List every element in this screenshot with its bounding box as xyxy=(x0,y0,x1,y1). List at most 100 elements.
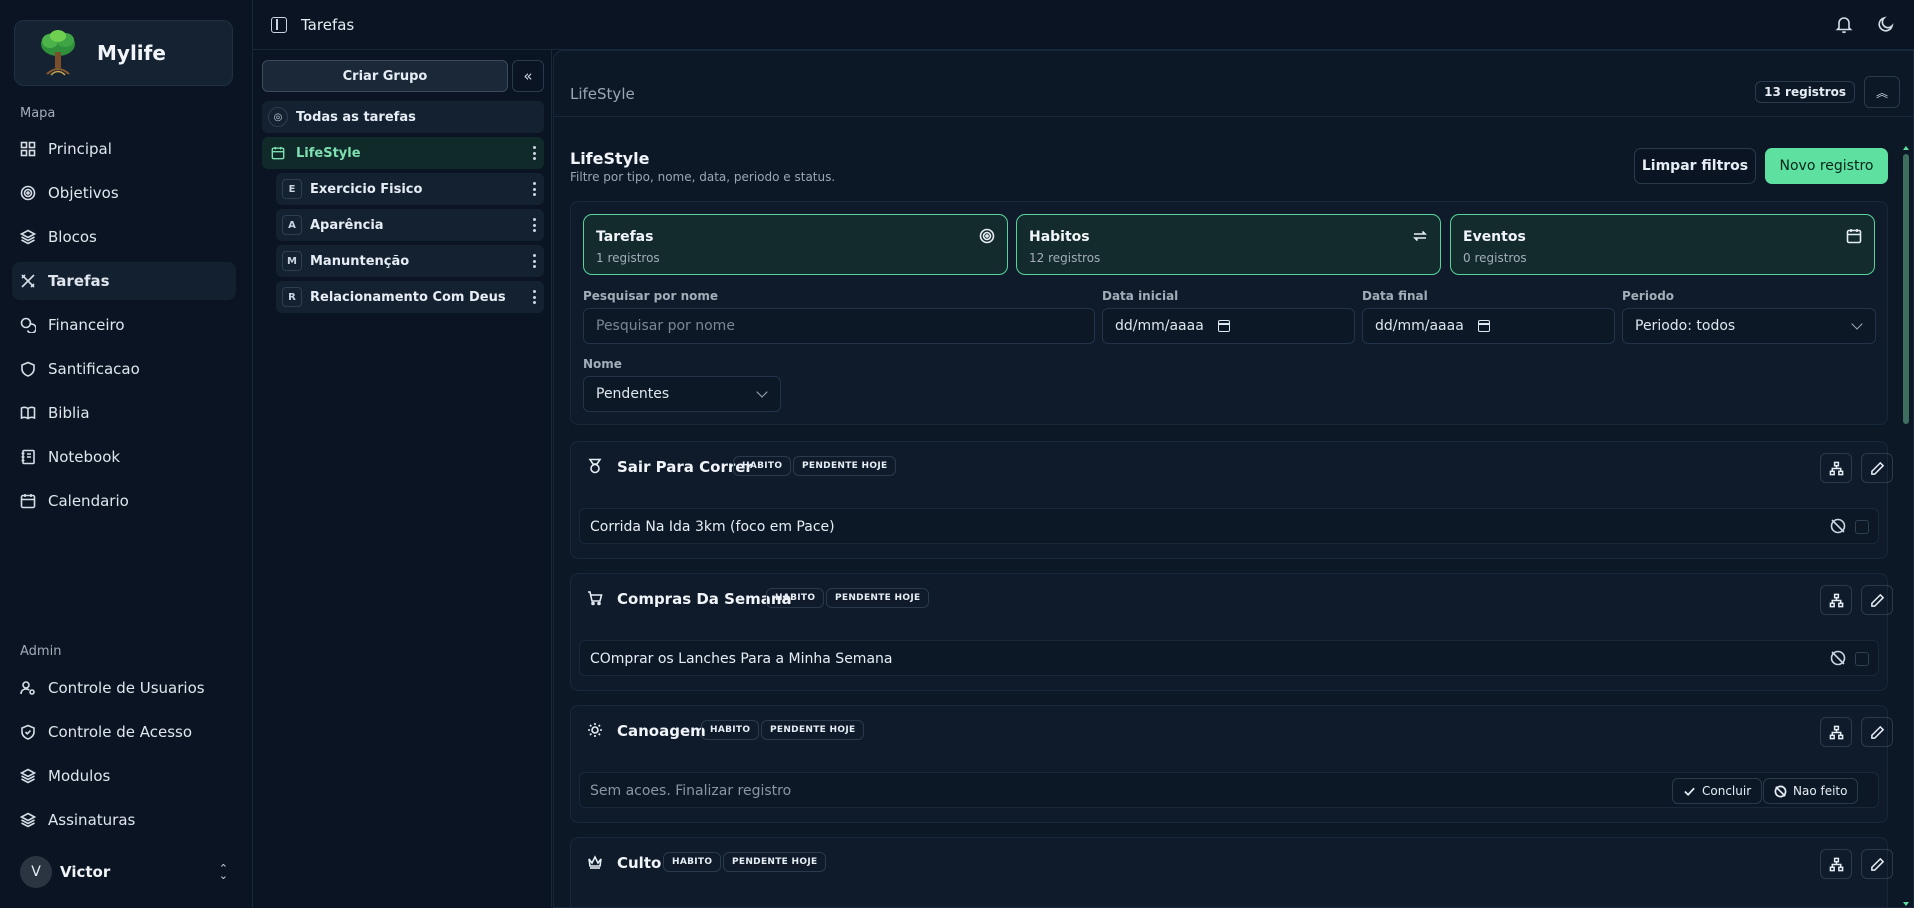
name-filter-value: Pendentes xyxy=(596,386,670,402)
sidebar-item-label: Modulos xyxy=(48,767,111,785)
tasks-icon xyxy=(20,273,36,289)
start-date-input[interactable]: dd/mm/aaaa xyxy=(1102,308,1355,344)
collapse-header-button[interactable]: ︽ xyxy=(1864,76,1900,108)
task-name[interactable]: Canoagem xyxy=(617,722,706,740)
more-vertical-icon[interactable] xyxy=(533,218,536,232)
group-all-tasks[interactable]: ◎ Todas as tarefas xyxy=(262,101,544,133)
sidebar-item-label: Biblia xyxy=(48,404,90,422)
coins-icon xyxy=(20,317,36,333)
new-record-button[interactable]: Novo registro xyxy=(1765,148,1888,184)
scroll-thumb[interactable] xyxy=(1903,154,1909,424)
task-status-badge: PENDENTE HOJE xyxy=(761,720,865,740)
medal-icon xyxy=(587,458,603,474)
moon-icon[interactable] xyxy=(1876,14,1896,34)
group-label: Exercicio Fisico xyxy=(310,181,423,197)
collapse-panel-button[interactable]: « xyxy=(512,60,544,92)
conclude-button[interactable]: Concluir xyxy=(1672,778,1763,804)
edit-button[interactable] xyxy=(1861,717,1893,747)
scroll-down-arrow-icon[interactable] xyxy=(1903,902,1909,906)
main-scrollbar[interactable] xyxy=(1903,146,1909,906)
type-card-eventos[interactable]: Eventos 0 registros xyxy=(1450,214,1875,275)
type-card-habitos[interactable]: Habitos 12 registros xyxy=(1016,214,1441,275)
sitemap-button[interactable] xyxy=(1820,849,1852,879)
more-vertical-icon[interactable] xyxy=(533,254,536,268)
skip-icon[interactable] xyxy=(1830,518,1846,534)
start-date-value: dd/mm/aaaa xyxy=(1115,318,1204,334)
sidebar-item-principal[interactable]: Principal xyxy=(12,130,236,168)
clear-filters-button[interactable]: Limpar filtros xyxy=(1634,148,1756,184)
sidebar-item-objetivos[interactable]: Objetivos xyxy=(12,174,236,212)
sidebar-item-tarefas[interactable]: Tarefas xyxy=(12,262,236,300)
more-vertical-icon[interactable] xyxy=(533,146,536,160)
card-subtitle: 12 registros xyxy=(1029,251,1101,265)
brand-name: Mylife xyxy=(97,41,166,65)
sidebar-item-notebook[interactable]: Notebook xyxy=(12,438,236,476)
edit-button[interactable] xyxy=(1861,585,1893,615)
bell-icon[interactable] xyxy=(1834,14,1854,34)
name-filter-select[interactable]: Pendentes xyxy=(583,376,781,412)
create-group-button[interactable]: Criar Grupo xyxy=(262,60,508,92)
period-select[interactable]: Periodo: todos xyxy=(1622,308,1876,344)
search-input[interactable]: Pesquisar por nome xyxy=(583,308,1095,344)
sidebar-item-biblia[interactable]: Biblia xyxy=(12,394,236,432)
repeat-icon xyxy=(1412,228,1428,244)
sidebar-item-label: Notebook xyxy=(48,448,121,466)
skip-icon[interactable] xyxy=(1830,650,1846,666)
sidebar-item-blocos[interactable]: Blocos xyxy=(12,218,236,256)
edit-button[interactable] xyxy=(1861,849,1893,879)
not-done-label: Nao feito xyxy=(1793,784,1848,798)
sidebar-item-label: Financeiro xyxy=(48,316,125,334)
task-card: Sair Para Correr HABITO PENDENTE HOJE Co… xyxy=(570,441,1893,559)
task-action-text: Corrida Na Ida 3km (foco em Pace) xyxy=(590,519,835,535)
sidebar-item-financeiro[interactable]: Financeiro xyxy=(12,306,236,344)
group-label: Relacionamento Com Deus xyxy=(310,289,506,305)
section-label-map: Mapa xyxy=(20,106,56,121)
sitemap-button[interactable] xyxy=(1820,453,1852,483)
sidebar-item-santificacao[interactable]: Santificacao xyxy=(12,350,236,388)
sidebar-item-calendario[interactable]: Calendario xyxy=(12,482,236,520)
group-lifestyle[interactable]: LifeStyle xyxy=(262,137,544,169)
sitemap-button[interactable] xyxy=(1820,717,1852,747)
chevrons-left-icon: « xyxy=(523,67,533,85)
calendar-icon[interactable] xyxy=(1217,320,1230,332)
sitemap-icon xyxy=(1829,725,1843,739)
task-card: Compras Da Semana HABITO PENDENTE HOJE C… xyxy=(570,573,1893,691)
task-name[interactable]: Culto xyxy=(617,854,661,872)
task-checkbox[interactable] xyxy=(1855,652,1869,666)
group-label: Aparência xyxy=(310,217,384,233)
groups-panel: Criar Grupo « ◎ Todas as tarefas LifeSty… xyxy=(253,50,552,908)
edit-button[interactable] xyxy=(1861,453,1893,483)
task-card: Canoagem HABITO PENDENTE HOJE Sem acoes.… xyxy=(570,705,1893,823)
group-relacionamento-com-deus[interactable]: R Relacionamento Com Deus xyxy=(276,281,544,313)
group-exercicio-fisico[interactable]: E Exercicio Fisico xyxy=(276,173,544,205)
pencil-icon xyxy=(1870,725,1884,739)
not-done-button[interactable]: Nao feito xyxy=(1763,778,1859,804)
user-name: Victor xyxy=(60,863,111,881)
brand-card[interactable]: Mylife xyxy=(14,20,233,86)
sidebar-item-controle-acesso[interactable]: Controle de Acesso xyxy=(12,713,236,751)
more-vertical-icon[interactable] xyxy=(533,290,536,304)
sidebar-item-assinaturas[interactable]: Assinaturas xyxy=(12,801,236,839)
section-label-admin: Admin xyxy=(20,644,62,659)
card-title: Habitos xyxy=(1029,229,1090,245)
calendar-icon[interactable] xyxy=(1477,320,1490,332)
group-aparencia[interactable]: A Aparência xyxy=(276,209,544,241)
sidebar-item-controle-usuarios[interactable]: Controle de Usuarios xyxy=(12,669,236,707)
sidebar-item-modulos[interactable]: Modulos xyxy=(12,757,236,795)
sidebar-item-label: Assinaturas xyxy=(48,811,136,829)
sitemap-button[interactable] xyxy=(1820,585,1852,615)
task-type-badge: HABITO xyxy=(663,852,722,872)
task-action-row: Sem acoes. Finalizar registro Concluir N… xyxy=(579,772,1879,808)
pencil-icon xyxy=(1870,857,1884,871)
avatar: V xyxy=(20,856,52,888)
more-vertical-icon[interactable] xyxy=(533,182,536,196)
conclude-label: Concluir xyxy=(1702,784,1752,798)
main-panel: LifeStyle 13 registros ︽ LifeStyle Filtr… xyxy=(553,50,1914,908)
end-date-input[interactable]: dd/mm/aaaa xyxy=(1362,308,1615,344)
sidebar-toggle-icon[interactable] xyxy=(271,16,287,33)
user-menu[interactable]: V Victor ⌃ ⌄ xyxy=(20,856,228,888)
group-manutencao[interactable]: M Manuntenção xyxy=(276,245,544,277)
task-checkbox[interactable] xyxy=(1855,520,1869,534)
type-card-tarefas[interactable]: Tarefas 1 registros xyxy=(583,214,1008,275)
scroll-up-arrow-icon[interactable] xyxy=(1903,146,1909,150)
